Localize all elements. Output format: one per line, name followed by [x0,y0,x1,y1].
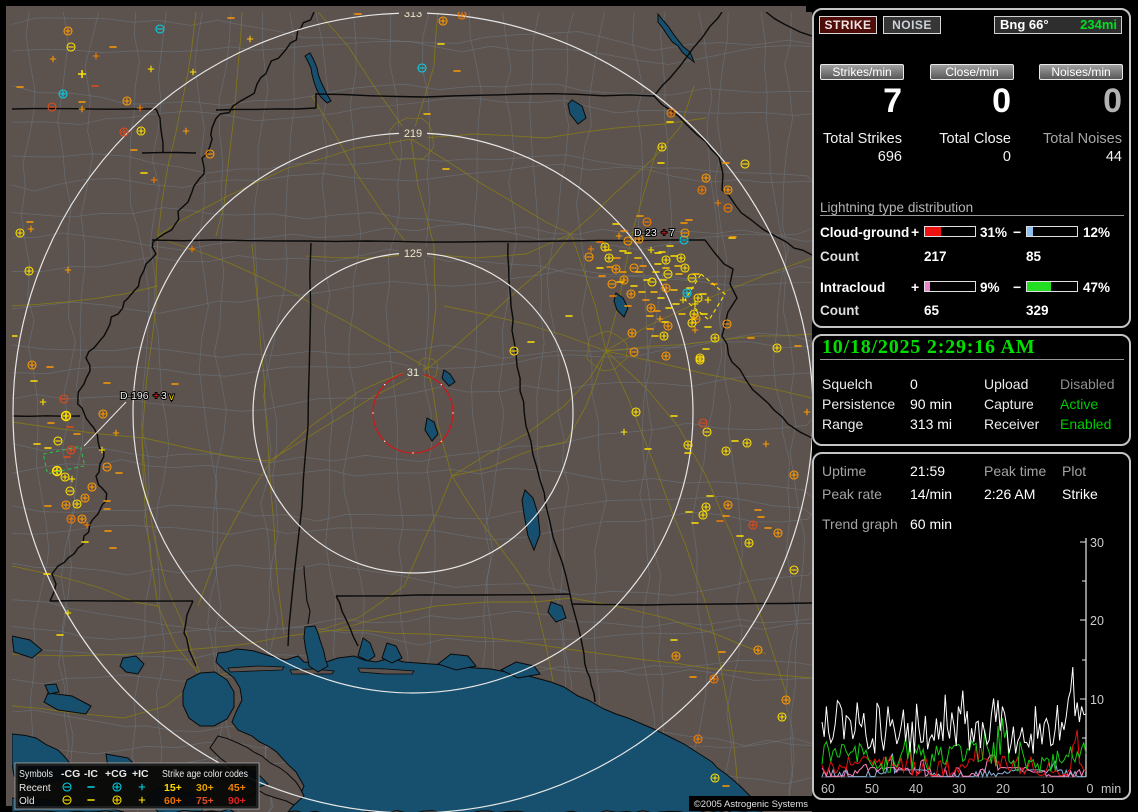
svg-text:7: 7 [669,227,675,239]
svg-text:313: 313 [404,12,422,20]
svg-text:75+: 75+ [196,795,214,807]
svg-text:10: 10 [1090,693,1104,707]
svg-text:30: 30 [952,782,966,796]
svg-text:60+: 60+ [164,795,182,807]
svg-text:40: 40 [909,782,923,796]
svg-text:30+: 30+ [196,782,214,794]
svg-text:+: + [153,390,159,402]
svg-text:60: 60 [821,782,835,796]
svg-text:30: 30 [1090,536,1104,550]
svg-text:+: + [661,227,667,239]
svg-text:-CG: -CG [61,768,80,780]
svg-text:50: 50 [865,782,879,796]
svg-text:20: 20 [1090,614,1104,628]
svg-text:0: 0 [1087,782,1094,796]
svg-text:20: 20 [996,782,1010,796]
svg-text:10: 10 [1040,782,1054,796]
svg-text:125: 125 [404,248,422,260]
svg-text:v: v [169,392,174,403]
svg-text:3: 3 [161,390,167,402]
svg-text:15+: 15+ [164,782,182,794]
svg-text:31: 31 [407,367,419,379]
svg-text:D-196: D-196 [120,390,149,402]
svg-text:Symbols: Symbols [19,769,53,780]
svg-text:Recent: Recent [19,783,51,794]
svg-text:©2005 Astrogenic Systems: ©2005 Astrogenic Systems [694,799,808,810]
svg-text:Old: Old [19,796,35,807]
svg-text:45+: 45+ [228,782,246,794]
svg-text:min: min [1101,782,1121,796]
svg-text:Strike age color codes: Strike age color codes [162,769,248,780]
svg-text:-IC: -IC [84,768,98,780]
svg-text:90+: 90+ [228,795,246,807]
svg-text:D-23: D-23 [634,227,657,239]
svg-text:219: 219 [404,128,422,140]
svg-text:+IC: +IC [132,768,149,780]
svg-text:+CG: +CG [105,768,127,780]
